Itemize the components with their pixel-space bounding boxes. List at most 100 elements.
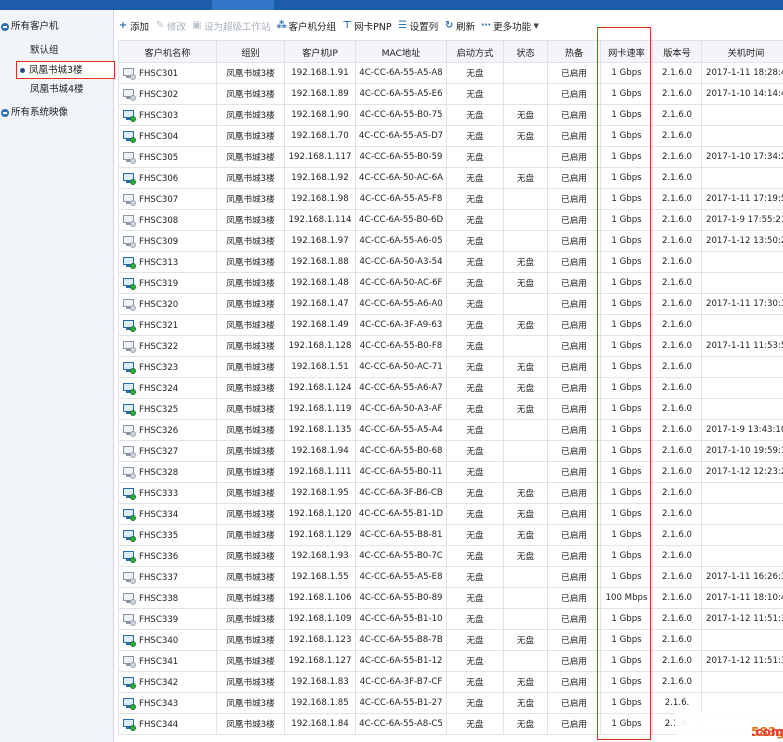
table-row[interactable]: FHSC337 凤凰书城3楼 192.168.1.55 4C-CC-6A-55-A5-… xyxy=(118,566,783,588)
table-row[interactable]: FHSC319 凤凰书城3楼 192.168.1.48 4C-CC-6A-50-AC-… xyxy=(118,272,783,294)
client-name-cell[interactable]: FHSC321 xyxy=(118,314,217,336)
column-header[interactable]: 状态 xyxy=(503,40,548,63)
client-name-cell[interactable]: FHSC341 xyxy=(118,650,217,672)
sidebar-all-clients[interactable]: 所有客户机 xyxy=(0,18,114,36)
table-row[interactable]: FHSC309 凤凰书城3楼 192.168.1.97 4C-CC-6A-55-A6-… xyxy=(118,230,783,252)
client-name-cell[interactable]: FHSC342 xyxy=(118,671,217,693)
sidebar-item-default-group[interactable]: 默认组 xyxy=(18,42,114,60)
table-row[interactable]: FHSC340 凤凰书城3楼 192.168.1.123 4C-CC-6A-55-B8… xyxy=(118,629,783,651)
table-row[interactable]: FHSC324 凤凰书城3楼 192.168.1.124 4C-CC-6A-55-A6… xyxy=(118,377,783,399)
column-header[interactable]: 客户机IP xyxy=(284,40,356,63)
table-row[interactable]: FHSC326 凤凰书城3楼 192.168.1.135 4C-CC-6A-55-A5… xyxy=(118,419,783,441)
client-name: FHSC321 xyxy=(139,320,179,331)
table-row[interactable]: FHSC334 凤凰书城3楼 192.168.1.120 4C-CC-6A-55-B1… xyxy=(118,503,783,525)
table-row[interactable]: FHSC302 凤凰书城3楼 192.168.1.89 4C-CC-6A-55-A5-… xyxy=(118,83,783,105)
client-name-cell[interactable]: FHSC340 xyxy=(118,629,217,651)
table-row[interactable]: FHSC301 凤凰书城3楼 192.168.1.91 4C-CC-6A-55-A5-… xyxy=(118,62,783,84)
table-row[interactable]: FHSC304 凤凰书城3楼 192.168.1.70 4C-CC-6A-55-A5-… xyxy=(118,125,783,147)
column-header[interactable]: 组别 xyxy=(216,40,285,63)
table-row[interactable]: FHSC322 凤凰书城3楼 192.168.1.128 4C-CC-6A-55-B0… xyxy=(118,335,783,357)
table-row[interactable]: FHSC336 凤凰书城3楼 192.168.1.93 4C-CC-6A-55-B0-… xyxy=(118,545,783,567)
client-name-cell[interactable]: FHSC325 xyxy=(118,398,217,420)
more-functions-button[interactable]: ⋯ 更多功能 ▼ xyxy=(481,19,543,34)
table-row[interactable]: FHSC328 凤凰书城3楼 192.168.1.111 4C-CC-6A-55-B0… xyxy=(118,461,783,483)
table-row[interactable]: FHSC321 凤凰书城3楼 192.168.1.49 4C-CC-6A-3F-A9-… xyxy=(118,314,783,336)
column-header[interactable]: 关机时间 xyxy=(701,40,783,63)
client-group-button[interactable]: ⁂ 客户机分组 xyxy=(277,19,337,34)
table-row[interactable]: FHSC313 凤凰书城3楼 192.168.1.88 4C-CC-6A-50-A3-… xyxy=(118,251,783,273)
table-row[interactable]: FHSC320 凤凰书城3楼 192.168.1.47 4C-CC-6A-55-A6-… xyxy=(118,293,783,315)
status-cell: 无盘 xyxy=(503,713,548,735)
active-top-tab[interactable] xyxy=(212,0,274,10)
column-header[interactable]: 客户机名称 xyxy=(118,40,217,63)
table-row[interactable]: FHSC342 凤凰书城3楼 192.168.1.83 4C-CC-6A-3F-B7-… xyxy=(118,671,783,693)
client-name-cell[interactable]: FHSC338 xyxy=(118,587,217,609)
table-row[interactable]: FHSC325 凤凰书城3楼 192.168.1.119 4C-CC-6A-50-A3… xyxy=(118,398,783,420)
table-row[interactable]: FHSC308 凤凰书城3楼 192.168.1.114 4C-CC-6A-55-B0… xyxy=(118,209,783,231)
client-name-cell[interactable]: FHSC326 xyxy=(118,419,217,441)
client-name-cell[interactable]: FHSC334 xyxy=(118,503,217,525)
table-row[interactable]: FHSC338 凤凰书城3楼 192.168.1.106 4C-CC-6A-55-B0… xyxy=(118,587,783,609)
table-row[interactable]: FHSC341 凤凰书城3楼 192.168.1.127 4C-CC-6A-55-B1… xyxy=(118,650,783,672)
refresh-button[interactable]: ↻ 刷新 xyxy=(444,19,475,34)
client-name-cell[interactable]: FHSC337 xyxy=(118,566,217,588)
shutdown-time-cell xyxy=(701,629,783,651)
sidebar-all-clients-label: 所有客户机 xyxy=(11,21,59,32)
client-name-cell[interactable]: FHSC306 xyxy=(118,167,217,189)
client-name-cell[interactable]: FHSC319 xyxy=(118,272,217,294)
client-name-cell[interactable]: FHSC303 xyxy=(118,104,217,126)
table-row[interactable]: FHSC305 凤凰书城3楼 192.168.1.117 4C-CC-6A-55-B0… xyxy=(118,146,783,168)
nic-pnp-button[interactable]: ⊤ 网卡PNP xyxy=(342,19,391,34)
client-name-cell[interactable]: FHSC322 xyxy=(118,335,217,357)
client-name-cell[interactable]: FHSC304 xyxy=(118,125,217,147)
set-columns-button[interactable]: ☰ 设置列 xyxy=(398,19,438,34)
client-name-cell[interactable]: FHSC320 xyxy=(118,293,217,315)
collapse-icon[interactable] xyxy=(1,23,9,31)
client-offline-icon xyxy=(123,88,136,101)
client-name-cell[interactable]: FHSC305 xyxy=(118,146,217,168)
edit-button[interactable]: ✎ 修改 xyxy=(155,19,186,34)
column-header[interactable]: MAC地址 xyxy=(355,40,447,63)
boot-mode-cell: 无盘 xyxy=(446,272,504,294)
client-name-cell[interactable]: FHSC344 xyxy=(118,713,217,735)
client-name-cell[interactable]: FHSC324 xyxy=(118,377,217,399)
set-super-workstation-button[interactable]: ▣ 设为超级工作站 xyxy=(192,19,270,34)
table-row[interactable]: FHSC327 凤凰书城3楼 192.168.1.94 4C-CC-6A-55-B0-… xyxy=(118,440,783,462)
client-name-cell[interactable]: FHSC336 xyxy=(118,545,217,567)
table-row[interactable]: FHSC307 凤凰书城3楼 192.168.1.98 4C-CC-6A-55-A5-… xyxy=(118,188,783,210)
table-row[interactable]: FHSC303 凤凰书城3楼 192.168.1.90 4C-CC-6A-55-B0-… xyxy=(118,104,783,126)
column-header[interactable]: 启动方式 xyxy=(446,40,504,63)
nic-speed-cell: 100 Mbps xyxy=(600,587,653,609)
mac-cell: 4C-CC-6A-55-B1-10 xyxy=(355,608,447,630)
table-row[interactable]: FHSC306 凤凰书城3楼 192.168.1.92 4C-CC-6A-50-AC-… xyxy=(118,167,783,189)
expand-icon[interactable] xyxy=(1,109,9,117)
client-name-cell[interactable]: FHSC328 xyxy=(118,461,217,483)
table-row[interactable]: FHSC335 凤凰书城3楼 192.168.1.129 4C-CC-6A-55-B8… xyxy=(118,524,783,546)
client-name-cell[interactable]: FHSC309 xyxy=(118,230,217,252)
sidebar-item-fenghuang-4f[interactable]: 凤凰书城4楼 xyxy=(18,81,114,99)
mac-cell: 4C-CC-6A-3F-B6-CB xyxy=(355,482,447,504)
client-name-cell[interactable]: FHSC302 xyxy=(118,83,217,105)
column-header[interactable]: 版本号 xyxy=(652,40,702,63)
table-row[interactable]: FHSC333 凤凰书城3楼 192.168.1.95 4C-CC-6A-3F-B6-… xyxy=(118,482,783,504)
column-header[interactable]: 网卡速率 xyxy=(600,40,653,63)
client-name-cell[interactable]: FHSC323 xyxy=(118,356,217,378)
client-name-cell[interactable]: FHSC339 xyxy=(118,608,217,630)
table-row[interactable]: FHSC339 凤凰书城3楼 192.168.1.109 4C-CC-6A-55-B1… xyxy=(118,608,783,630)
client-name-cell[interactable]: FHSC308 xyxy=(118,209,217,231)
client-name-cell[interactable]: FHSC335 xyxy=(118,524,217,546)
boot-mode-cell: 无盘 xyxy=(446,545,504,567)
sidebar-all-images[interactable]: 所有系统映像 xyxy=(0,104,114,122)
sidebar-item-fenghuang-3f[interactable]: 凤凰书城3楼 xyxy=(16,61,115,79)
client-name-cell[interactable]: FHSC333 xyxy=(118,482,217,504)
add-button[interactable]: + 添加 xyxy=(118,19,149,34)
column-header[interactable]: 热备 xyxy=(547,40,601,63)
table-row[interactable]: FHSC323 凤凰书城3楼 192.168.1.51 4C-CC-6A-50-AC-… xyxy=(118,356,783,378)
client-name-cell[interactable]: FHSC301 xyxy=(118,62,217,84)
standby-cell: 已启用 xyxy=(547,230,601,252)
client-name-cell[interactable]: FHSC313 xyxy=(118,251,217,273)
client-name-cell[interactable]: FHSC307 xyxy=(118,188,217,210)
client-name-cell[interactable]: FHSC327 xyxy=(118,440,217,462)
shutdown-time-cell: 2017-1-9 13:43:10 xyxy=(701,419,783,441)
client-name-cell[interactable]: FHSC343 xyxy=(118,692,217,714)
